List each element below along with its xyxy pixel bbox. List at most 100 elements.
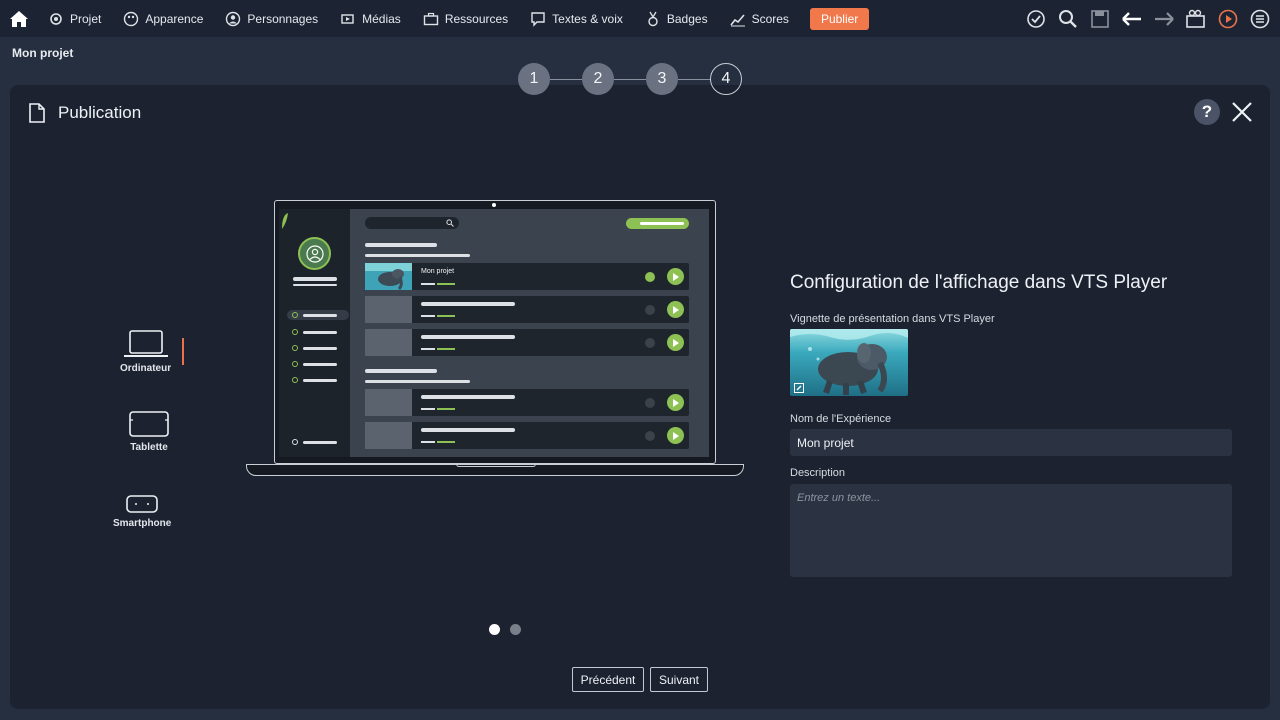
mockup-username-bar [293,284,337,286]
player-mockup: Mon projet [279,209,709,457]
row-title-bar [421,335,515,339]
config-heading: Configuration de l'affichage dans VTS Pl… [790,272,1168,293]
edit-icon[interactable] [794,383,804,393]
nav-bar [303,330,337,334]
carousel-dot-1[interactable] [489,624,500,635]
play-icon [673,305,679,314]
nav-dot [292,361,298,367]
mockup-sidebar [279,209,350,457]
heart-icon [645,305,655,315]
laptop-notch [456,464,536,467]
menu-ressources-label: Ressources [444,11,509,26]
meta-bar [421,315,435,317]
mockup-username-bar [293,277,337,281]
section-sub-bar [365,380,470,383]
save-button[interactable] [1088,7,1112,31]
close-button[interactable] [1230,100,1254,124]
menu-projet[interactable]: Projet [37,0,112,37]
menu-medias[interactable]: Médias [329,0,412,37]
mockup-main: Mon projet [350,209,709,457]
row-thumbnail [365,296,412,323]
menu-personnages[interactable]: Personnages [214,0,329,37]
briefcase-icon [423,12,439,25]
search-icon [1059,9,1077,28]
top-menu-bar: Projet Apparence Personnages Médias Ress… [0,0,1280,37]
gear-icon [50,12,62,25]
step-3[interactable]: 3 [646,63,678,95]
device-computer[interactable]: Ordinateur [120,329,171,374]
mockup-row [365,422,689,449]
menu-projet-label: Projet [70,11,102,26]
play-button [667,301,684,318]
publish-button[interactable]: Publier [809,7,870,30]
section-title-bar [365,243,437,247]
device-tablet[interactable]: Tablette [128,410,170,453]
mockup-nav-item [287,310,349,320]
play-button [667,427,684,444]
heart-icon [645,431,655,441]
user-icon [305,244,324,263]
mockup-nav-item [287,343,349,353]
validate-button[interactable] [1024,7,1048,31]
device-smartphone[interactable]: Smartphone [113,494,171,529]
menu-ressources[interactable]: Ressources [412,0,519,37]
home-button[interactable] [0,0,37,37]
elephant-thumbnail [790,329,908,396]
main-menu-button[interactable] [1248,7,1272,31]
nav-dot [292,329,298,335]
mockup-row [365,389,689,416]
menu-apparence[interactable]: Apparence [112,0,214,37]
speech-icon [531,11,545,27]
menu-apparence-label: Apparence [145,11,204,26]
menu-scores[interactable]: Scores [719,0,800,37]
tablet-icon [129,411,169,437]
previous-button[interactable]: Précédent [572,667,644,692]
progress-bar [437,283,455,285]
record-button[interactable] [1184,7,1208,31]
mockup-row-title: Mon projet [421,268,455,275]
help-button[interactable]: ? [1194,99,1220,125]
step-2[interactable]: 2 [582,63,614,95]
row-title-bar [421,395,515,399]
chart-icon [729,13,745,26]
mockup-row [365,329,689,356]
experience-name-field[interactable]: Mon projet [790,429,1232,456]
close-icon [1232,102,1252,122]
progress-bar [437,348,455,350]
document-icon [29,103,45,123]
row-thumbnail [365,389,412,416]
project-name: Mon projet [12,46,74,60]
description-label: Description [790,467,846,479]
presentation-thumbnail[interactable] [790,329,908,396]
media-icon [341,13,354,24]
mockup-row [365,296,689,323]
carousel-dot-2[interactable] [510,624,521,635]
redo-button[interactable] [1152,7,1176,31]
modal-header: Publication [28,103,141,123]
meta-bar [421,441,435,443]
menu-personnages-label: Personnages [247,11,319,26]
menu-icon [1250,9,1270,28]
save-icon [1091,9,1109,28]
menu-textes-voix[interactable]: Textes & voix [519,0,634,37]
step-connector [678,78,710,80]
step-connector [550,78,582,80]
step-1[interactable]: 1 [518,63,550,95]
menu-badges[interactable]: Badges [634,0,719,37]
leaf-logo-icon [282,213,288,229]
undo-button[interactable] [1120,7,1144,31]
preview-button[interactable] [1216,7,1240,31]
nav-dot [292,312,298,318]
next-button[interactable]: Suivant [650,667,708,692]
device-label: Ordinateur [120,363,172,374]
mockup-search [365,217,459,229]
carousel-dots [489,624,521,635]
logout-icon [292,439,298,445]
step-4[interactable]: 4 [710,63,742,95]
palette-icon [124,11,139,26]
description-field[interactable]: Entrez un texte... [790,484,1232,577]
mockup-nav-item [287,375,349,385]
mockup-pill [626,218,689,229]
search-button[interactable] [1056,7,1080,31]
device-active-indicator [182,338,184,365]
